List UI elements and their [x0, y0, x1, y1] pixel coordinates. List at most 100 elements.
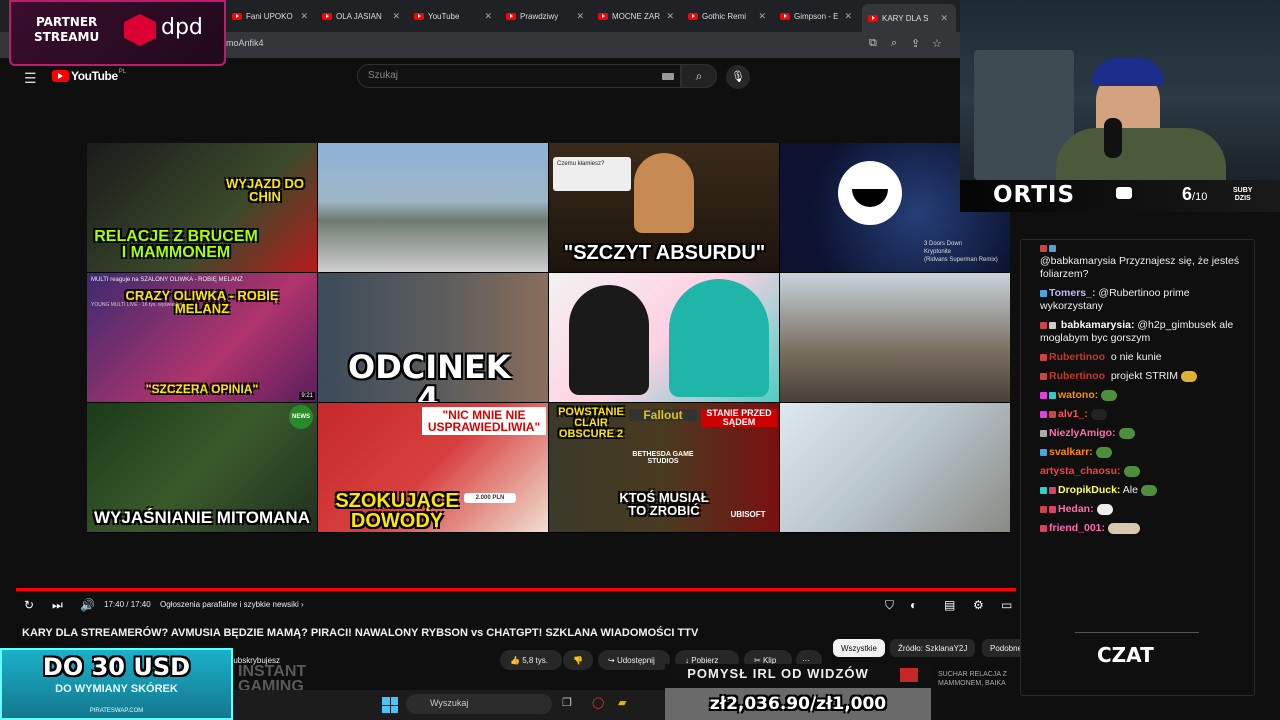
browser-tab[interactable]: Gimpson - E ✕ [774, 6, 860, 26]
title-line: SUCHAR RELACJA Z [938, 671, 1007, 678]
microphone-icon[interactable]: 🎙 [726, 65, 750, 89]
close-icon[interactable]: ✕ [758, 11, 766, 22]
volume-icon[interactable]: 🔊 [80, 598, 95, 612]
menu-icon[interactable]: ☰ [24, 70, 37, 87]
chat-message: friend_001: [1040, 522, 1250, 535]
dislike-button[interactable]: 👎 [563, 650, 593, 670]
youtube-icon [506, 12, 516, 20]
video-thumbnail[interactable]: "NIC MNIE NIE USPRAWIEDLIWIA" 2.000 PLN … [318, 403, 548, 532]
chip-source[interactable]: Źródło: SzklanaY2J [890, 639, 976, 657]
browser-tab[interactable]: Fani UPOKO ✕ [226, 6, 316, 26]
chat-username[interactable]: Hedan: [1058, 503, 1094, 515]
folder-icon[interactable]: ▰ [618, 696, 626, 709]
chat-username[interactable]: babkamarysia: [1061, 319, 1135, 331]
stream-screen: Fani UPOKO ✕ OLA JASIAN ✕ YouTube ✕ Prawdzi… [0, 0, 1280, 720]
badge-icon [1040, 353, 1047, 361]
close-icon[interactable]: ✕ [844, 11, 852, 22]
chat-username[interactable]: friend_001: [1049, 522, 1105, 534]
news-badge: NEWS [289, 405, 313, 429]
youtube-logo[interactable]: YouTube PL [52, 69, 126, 83]
promo-headline: DO 30 USD [42, 653, 191, 681]
chat-username[interactable]: NiezlyAmigo: [1049, 427, 1116, 439]
autoplay-toggle[interactable]: ◐ [910, 598, 917, 612]
opera-icon[interactable]: ◯ [592, 696, 604, 709]
badge-icon [1040, 244, 1047, 252]
bookmark-star-icon[interactable]: ☆ [932, 37, 942, 50]
video-thumbnail[interactable] [318, 143, 548, 272]
related-video-title[interactable]: SUCHAR RELACJA Z MAMMONEM, BAIKA [938, 670, 1007, 688]
subs-label: SUBY DZIS [1233, 187, 1252, 203]
close-icon[interactable]: ✕ [484, 11, 492, 22]
chat-text: @babkamarysia Przyznajesz się, że jesteś… [1040, 255, 1240, 280]
close-icon[interactable]: ✕ [576, 11, 584, 22]
install-app-icon[interactable]: ⧉ [869, 37, 877, 50]
video-thumbnail[interactable] [780, 403, 1010, 532]
replay-icon[interactable]: ↻ [24, 598, 34, 612]
shield-icon[interactable]: ⛉ [885, 598, 894, 613]
badge-icon [1040, 505, 1047, 513]
progress-bar[interactable] [16, 588, 1016, 591]
chat-username[interactable]: svalkarr: [1049, 446, 1093, 458]
chat-username[interactable]: alv1_: [1058, 408, 1088, 420]
share-label: Udostępnij [616, 655, 655, 665]
video-thumbnail[interactable]: WYJAZD DO CHIN RELACJE Z BRUCEM I MAMMON… [87, 143, 317, 272]
subs-label-line: SUBY [1233, 187, 1253, 194]
thumbnail-title: STANIE PRZED SĄDEM [701, 409, 777, 427]
video-thumbnail[interactable] [780, 273, 1010, 402]
settings-icon[interactable]: ⚙ [973, 598, 984, 612]
time-display: 17:40 / 17:40 [104, 600, 151, 609]
share-icon[interactable]: ⇪ [911, 37, 920, 50]
browser-tab-active[interactable]: KARY DLA S ✕ [862, 4, 956, 32]
badge-icon [1040, 448, 1047, 456]
windows-start-icon[interactable] [382, 697, 398, 713]
youtube-icon [322, 12, 332, 20]
chapter-title[interactable]: Ogłoszenia parafialne i szybkie newsiki … [160, 600, 304, 609]
zoom-icon[interactable]: ⌕ [891, 37, 897, 50]
chat-username[interactable]: Rubertinoo [1049, 370, 1105, 382]
browser-tab[interactable]: YouTube ✕ [408, 6, 500, 26]
video-thumbnail[interactable]: Czemu kłamiesz? "SZCZYT ABSURDU" [549, 143, 779, 272]
close-icon[interactable]: ✕ [666, 11, 674, 22]
close-icon[interactable]: ✕ [300, 11, 308, 22]
chat-message: Tomers_: @Rubertinoo prime wykorzystany [1040, 287, 1250, 313]
video-thumbnail[interactable] [549, 273, 779, 402]
video-thumbnail[interactable]: NEWS WYJAŚNIANIE MITOMANA [87, 403, 317, 532]
subtitles-icon[interactable]: ▤ [944, 598, 955, 612]
close-icon[interactable]: ✕ [392, 11, 400, 22]
chat-username[interactable]: artysta_chaosu: [1040, 465, 1121, 477]
browser-tab[interactable]: Prawdziwy ✕ [500, 6, 592, 26]
tab-label: Gothic Remi [702, 11, 747, 21]
badge-icon [1040, 524, 1047, 532]
url-text[interactable]: moAnfik4 [226, 38, 264, 48]
search-input[interactable]: Szukaj [357, 64, 681, 88]
browser-tab[interactable]: MOCNE ZAR ✕ [592, 6, 682, 26]
chip-all[interactable]: Wszystkie [833, 639, 885, 657]
emote-icon [1096, 503, 1113, 515]
next-icon[interactable]: ⏭ [52, 598, 63, 613]
browser-tab[interactable]: Gothic Remi ✕ [682, 6, 774, 26]
chat-username[interactable]: DropikDuck: [1058, 484, 1120, 496]
chat-message: Rubertinoo o nie kunie [1040, 351, 1250, 364]
video-thumbnail[interactable]: POWSTANIE CLAIR OBSCURE 2 Fallout BETHES… [549, 403, 779, 532]
chat-message: Hedan: [1040, 503, 1250, 516]
like-button[interactable]: 👍 5,8 tys. [500, 650, 562, 670]
share-button[interactable]: ↪ Udostępnij [598, 650, 670, 670]
keyboard-icon[interactable] [662, 73, 674, 80]
goal-title: POMYSŁ IRL OD WIDZÓW [687, 666, 869, 681]
chat-username[interactable]: watono: [1058, 389, 1098, 401]
video-thumbnail[interactable]: ODCINEK 4 [318, 273, 548, 402]
search-button[interactable]: ⌕ [681, 64, 717, 88]
chat-username[interactable]: Tomers_: [1049, 287, 1096, 299]
close-icon[interactable]: ✕ [940, 13, 948, 24]
browser-tab[interactable]: OLA JASIAN ✕ [316, 6, 408, 26]
video-title: KARY DLA STREAMERÓW? AVMUSIA BĘDZIE MAMĄ… [22, 627, 699, 639]
taskbar-search[interactable]: Wyszukaj [406, 694, 552, 714]
chat-message: NiezlyAmigo: [1040, 427, 1250, 440]
youtube-icon [1116, 187, 1132, 199]
miniplayer-icon[interactable]: ▭ [1001, 598, 1012, 612]
emote-icon [1095, 446, 1112, 458]
youtube-icon [780, 12, 790, 20]
video-thumbnail[interactable]: MULTI reaguje na SZALONY OLIWKA - ROBIĘ … [87, 273, 317, 402]
chat-username[interactable]: Rubertinoo [1049, 351, 1105, 363]
task-view-icon[interactable]: ❐ [562, 696, 572, 709]
